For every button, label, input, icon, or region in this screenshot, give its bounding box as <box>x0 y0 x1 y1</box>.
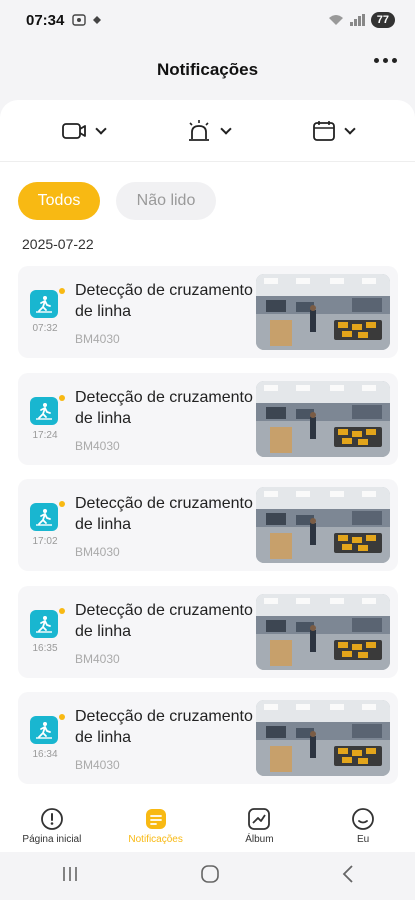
event-snapshot-thumbnail[interactable] <box>256 380 390 457</box>
recent-apps-icon <box>63 866 77 881</box>
nav-profile-label: Eu <box>357 834 370 845</box>
line-crossing-icon <box>30 716 58 744</box>
event-time: 17:24 <box>32 429 58 441</box>
notifications-panel: Todos Não lido 2025-07-22 07:32 Detecção… <box>0 100 415 800</box>
nav-notifications-label: Notificações <box>128 834 183 845</box>
device-filter-button[interactable] <box>51 115 115 147</box>
notifications-icon <box>145 809 166 829</box>
event-title: Detecção de cruzamento de linha <box>75 388 253 427</box>
nav-home-label: Página inicial <box>22 834 82 845</box>
nav-album-label: Álbum <box>245 834 274 845</box>
home-system-button[interactable] <box>200 864 220 889</box>
event-snapshot-thumbnail[interactable] <box>256 593 390 670</box>
tab-all[interactable]: Todos <box>18 182 100 220</box>
device-name: BM4030 <box>75 758 120 772</box>
battery-indicator: 77 <box>370 12 395 28</box>
nav-profile[interactable]: Eu <box>313 807 413 845</box>
chevron-down-icon <box>220 122 233 135</box>
screen-record-icon <box>72 14 87 26</box>
home-circle-icon <box>201 864 220 883</box>
system-navigation-bar <box>0 852 415 900</box>
back-chevron-icon <box>342 864 353 883</box>
notification-card[interactable]: 16:34 Detecção de cruzamento de linha BM… <box>18 692 398 784</box>
event-time: 17:02 <box>32 536 58 547</box>
status-bar: 07:34 77 <box>0 0 415 40</box>
unread-dot <box>59 714 65 720</box>
event-snapshot-thumbnail[interactable] <box>256 700 390 776</box>
line-crossing-icon <box>30 396 58 425</box>
camera-icon <box>61 122 86 139</box>
notification-card[interactable]: 17:02 Detecção de cruzamento de linha BM… <box>18 479 398 571</box>
more-options-button[interactable] <box>374 58 397 63</box>
event-title: Detecção de cruzamento de linha <box>75 282 253 320</box>
event-time: 16:34 <box>32 749 58 760</box>
page-title: Notificações <box>156 60 259 79</box>
event-time: 16:35 <box>32 642 58 654</box>
home-icon <box>40 808 63 830</box>
tab-unread[interactable]: Não lido <box>116 182 216 220</box>
line-crossing-icon <box>30 290 58 318</box>
wifi-icon <box>328 15 343 25</box>
device-name: BM4030 <box>75 438 120 453</box>
line-crossing-icon <box>30 503 58 531</box>
page-header: Notificações <box>0 40 415 100</box>
status-notification-icons <box>72 14 103 26</box>
event-title: Detecção de cruzamento de linha <box>75 601 253 640</box>
more-icon <box>374 58 379 63</box>
status-time: 07:34 <box>26 11 65 29</box>
nav-notifications[interactable]: Notificações <box>106 807 206 845</box>
event-snapshot-thumbnail[interactable] <box>256 274 390 350</box>
recent-apps-button[interactable] <box>60 865 80 888</box>
unread-dot <box>59 288 65 294</box>
notification-card[interactable]: 16:35 Detecção de cruzamento de linha BM… <box>18 585 398 678</box>
sync-icon <box>93 16 102 24</box>
device-name: BM4030 <box>75 332 120 346</box>
date-filter-button[interactable] <box>302 114 364 148</box>
date-group-header: 2025-07-22 <box>22 236 94 252</box>
event-title: Detecção de cruzamento de linha <box>75 495 253 533</box>
event-title: Detecção de cruzamento de linha <box>75 708 253 746</box>
unread-dot <box>59 394 65 401</box>
device-name: BM4030 <box>75 545 120 559</box>
device-name: BM4030 <box>75 651 120 666</box>
read-status-tabs: Todos Não lido <box>18 182 216 220</box>
signal-icon <box>349 14 365 26</box>
nav-home[interactable]: Página inicial <box>2 807 102 845</box>
notification-card[interactable]: 17:24 Detecção de cruzamento de linha BM… <box>18 372 398 465</box>
event-snapshot-thumbnail[interactable] <box>256 487 390 563</box>
unread-dot <box>59 607 65 614</box>
notification-card[interactable]: 07:32 Detecção de cruzamento de linha BM… <box>18 266 398 358</box>
back-button[interactable] <box>341 864 355 889</box>
profile-icon <box>352 808 375 830</box>
nav-album[interactable]: Álbum <box>209 807 309 845</box>
line-crossing-icon <box>30 609 58 638</box>
event-time: 07:32 <box>32 323 58 334</box>
album-icon <box>248 808 271 830</box>
chevron-down-icon <box>344 122 356 135</box>
calendar-icon <box>313 120 336 141</box>
alarm-siren-icon <box>189 119 210 141</box>
notification-list: 07:32 Detecção de cruzamento de linha BM… <box>18 266 398 799</box>
chevron-down-icon <box>95 122 107 135</box>
alarm-type-filter-button[interactable] <box>176 113 240 149</box>
bottom-navigation: Página inicial Notificações Álbum Eu <box>0 800 415 852</box>
unread-dot <box>59 501 65 507</box>
filter-bar <box>0 100 415 162</box>
